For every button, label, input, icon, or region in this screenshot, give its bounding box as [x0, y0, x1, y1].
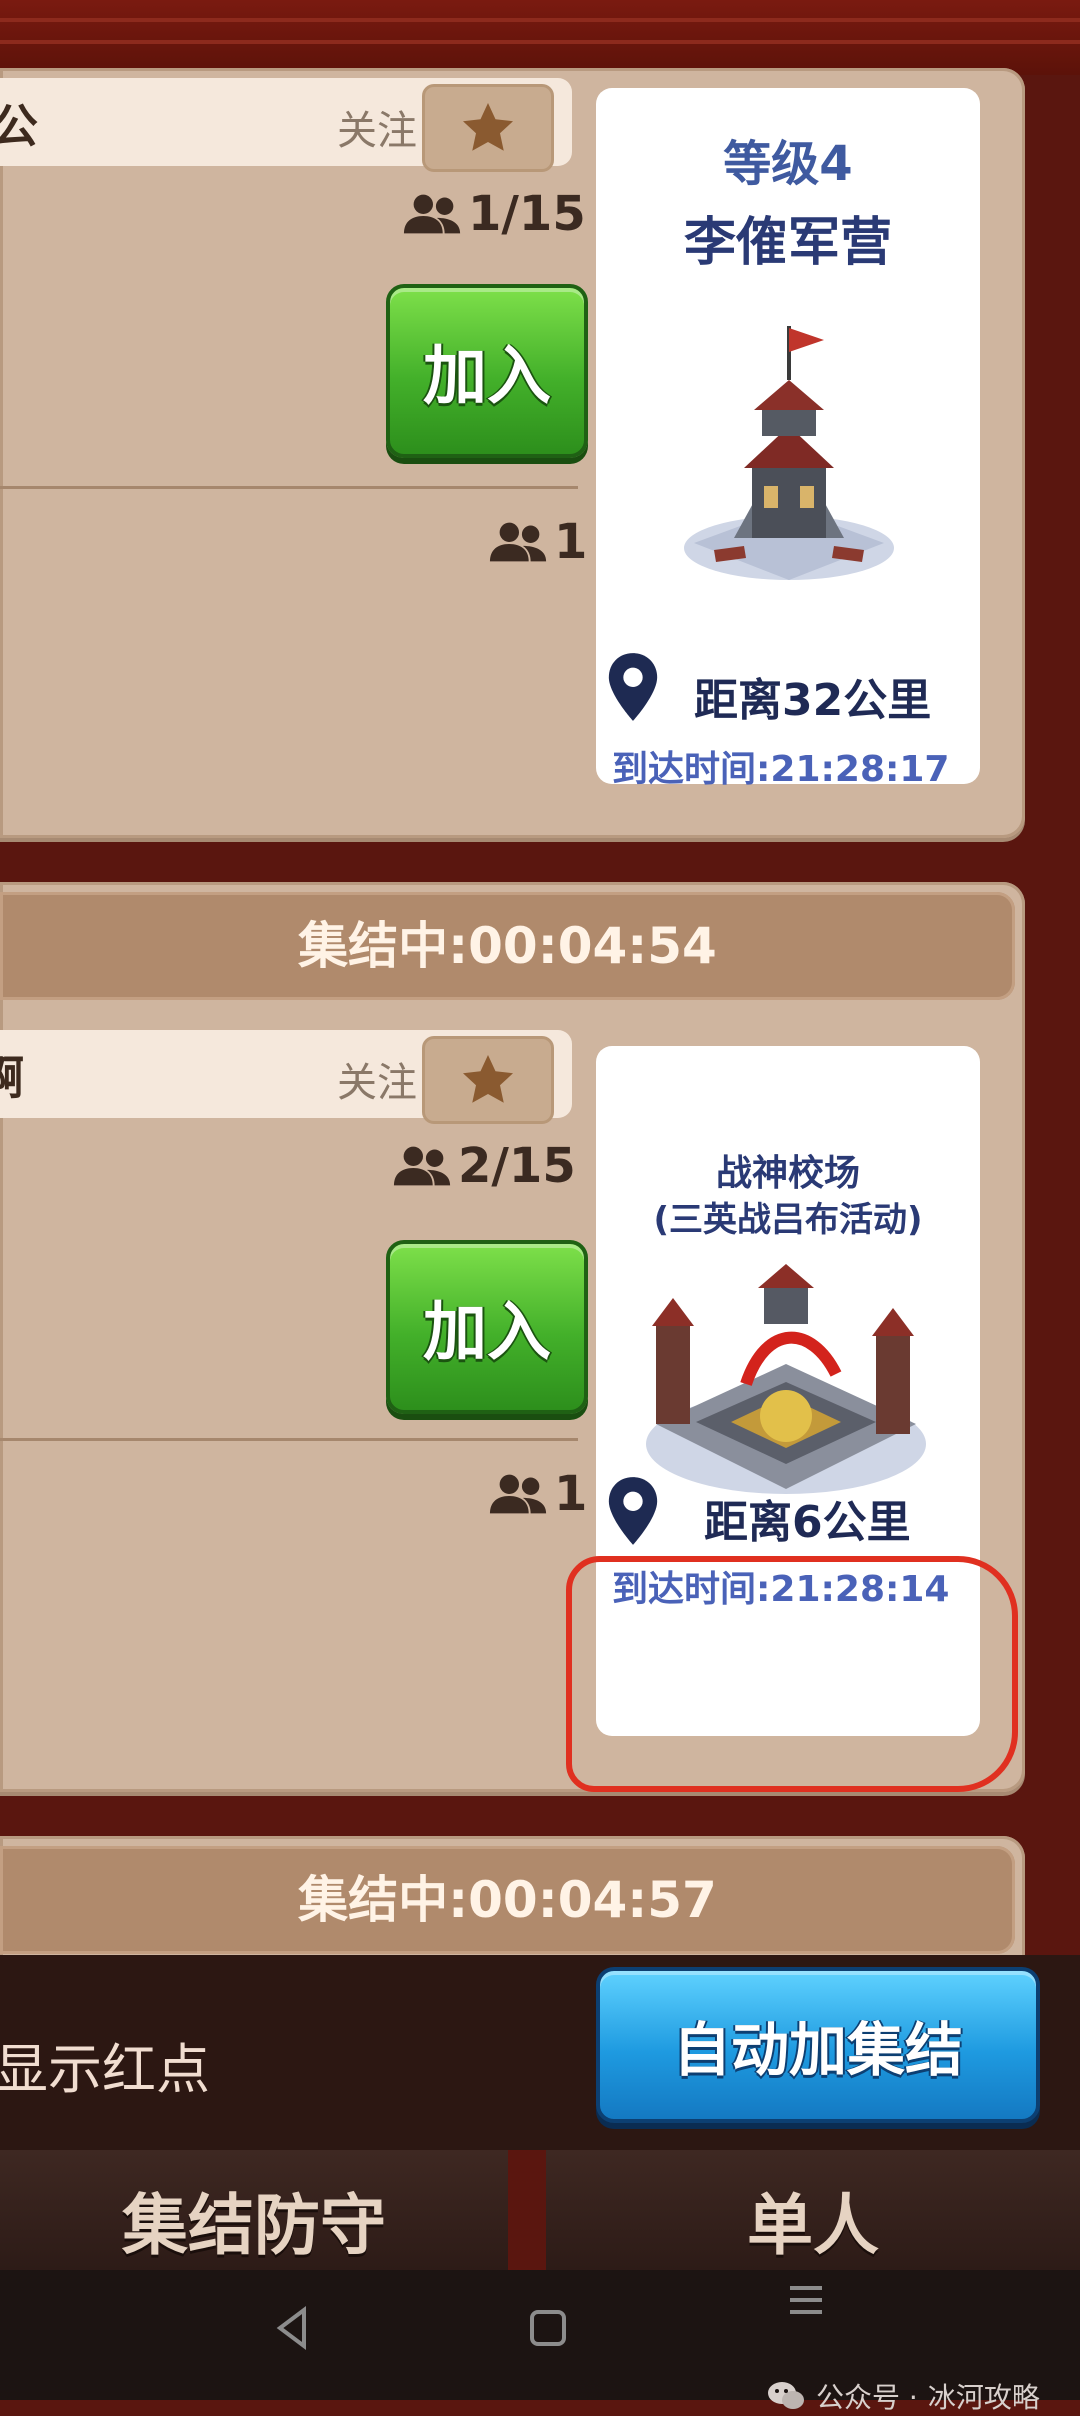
target-name: 战神校场 — [715, 1153, 860, 1194]
watermark-prefix: 公众号 · — [816, 2381, 918, 2414]
rally-2-leader-name: 啊 — [0, 1051, 24, 1105]
rally-2-follow-button[interactable] — [422, 1036, 554, 1124]
red-annotation-circle — [566, 1556, 1018, 1792]
wechat-icon — [768, 2382, 804, 2409]
target-arrival-time: 到达时间:21:28:17 — [612, 749, 950, 790]
arena-image — [646, 1264, 926, 1494]
target-distance: 距离6公里 — [704, 1497, 911, 1548]
rally-2-follow-label: 关注 — [337, 1060, 417, 1106]
star-icon — [463, 1055, 513, 1103]
rally-1-divider — [0, 486, 578, 489]
target-event-name: (三英战吕布活动) — [653, 1200, 923, 1240]
back-icon[interactable] — [272, 2306, 312, 2350]
rally-3-timer-bar: 集结中:00:04:57 — [0, 1846, 1015, 1954]
rally-2-leader-strip: 啊 关注 — [0, 1030, 572, 1124]
users-icon — [489, 522, 547, 562]
watermark: 公众号 · 冰河攻略 — [766, 2376, 1040, 2416]
rally-1-second-member-count: 1 — [488, 514, 587, 570]
rally-1-follow-label: 关注 — [337, 108, 417, 154]
show-red-dot-label[interactable]: 显示红点 — [0, 2025, 210, 2104]
rally-2-member-count: 2/15 — [392, 1138, 576, 1194]
tab-solo[interactable]: 单人 — [546, 2150, 1080, 2290]
target-level: 等级4 — [723, 136, 853, 192]
rally-1-join-button[interactable]: 加入 — [386, 284, 588, 458]
top-header-band — [0, 0, 1080, 75]
rally-1-target-card[interactable]: 等级4 李傕军营 距离32公里 到达时间:21:28:17 — [596, 88, 980, 790]
rally-1-follow-button[interactable] — [422, 84, 554, 172]
star-icon — [463, 103, 513, 151]
users-icon — [489, 1474, 547, 1514]
menu-icon[interactable] — [786, 2282, 826, 2318]
location-pin-icon — [608, 653, 658, 721]
rally-2-divider — [0, 1438, 578, 1441]
target-distance: 距离32公里 — [694, 675, 932, 726]
rally-1-leader-name: 公 — [0, 99, 38, 153]
auto-join-rally-button[interactable]: 自动加集结 — [596, 1967, 1040, 2123]
tab-rally-defense[interactable]: 集结防守 — [0, 2150, 508, 2290]
rally-1-leader-strip: 公 关注 — [0, 78, 572, 172]
rally-2-timer-bar: 集结中:00:04:54 — [0, 892, 1015, 1000]
rally-panel-1: 公 关注 1/15 加入 1 等级4 李傕军营 距离32公里 到达时间:21:2… — [0, 68, 1025, 838]
barracks-tower-image — [684, 326, 894, 580]
rally-1-member-count: 1/15 — [402, 186, 586, 242]
users-icon — [403, 194, 461, 234]
watermark-name: 冰河攻略 — [927, 2381, 1040, 2414]
rally-2-join-button[interactable]: 加入 — [386, 1240, 588, 1414]
bottom-control-bar: 显示红点 自动加集结 — [0, 1955, 1080, 2150]
home-icon[interactable] — [528, 2306, 568, 2350]
location-pin-icon — [608, 1477, 658, 1545]
users-icon — [393, 1146, 451, 1186]
target-name: 李傕军营 — [683, 213, 892, 273]
rally-2-second-member-count: 1 — [488, 1466, 587, 1522]
